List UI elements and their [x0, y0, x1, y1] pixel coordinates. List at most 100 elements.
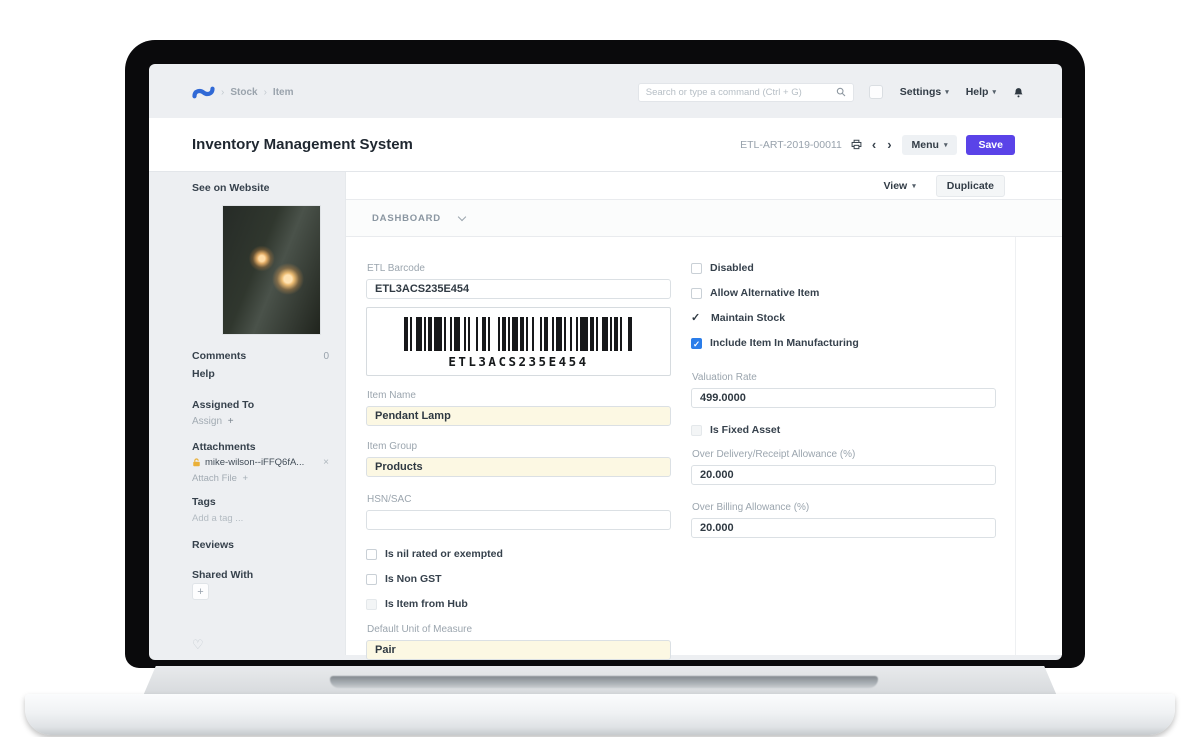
like-heart-icon[interactable]: ♡ [192, 637, 204, 653]
settings-label: Settings [899, 86, 942, 98]
assign-label: Assign [192, 416, 223, 427]
over-delivery-label: Over Delivery/Receipt Allowance (%) [692, 449, 856, 460]
chevron-down-icon: ▾ [943, 141, 948, 149]
item-name-field[interactable]: Pendant Lamp [366, 406, 671, 426]
laptop-hinge-groove [330, 676, 878, 688]
search-icon [836, 87, 846, 97]
hsn-sac-field[interactable] [366, 510, 671, 530]
breadcrumb-separator: › [263, 86, 267, 98]
notifications-bell-icon[interactable] [1013, 87, 1024, 98]
assign-button[interactable]: Assign + [192, 416, 329, 427]
top-navbar: › Stock › Item Settings ▾ Help ▾ [192, 80, 1024, 104]
hsn-sac-label: HSN/SAC [367, 494, 412, 505]
over-billing-field[interactable]: 20.000 [691, 518, 996, 538]
default-uom-label: Default Unit of Measure [367, 624, 473, 635]
checkbox-is-item-from-hub[interactable]: Is Item from Hub [366, 598, 671, 610]
etl-barcode-value: ETL3ACS235E454 [375, 283, 470, 295]
checkbox-icon [691, 424, 702, 436]
form-toolbar: View ▾ Duplicate [346, 172, 1062, 200]
item-group-label: Item Group [367, 441, 418, 452]
checkbox-icon [366, 573, 377, 585]
item-image[interactable] [222, 205, 321, 335]
checkbox-label: Include Item In Manufacturing [710, 337, 859, 349]
item-group-field[interactable]: Products [366, 457, 671, 477]
save-button[interactable]: Save [966, 134, 1015, 155]
laptop-mockup: › Stock › Item Settings ▾ Help ▾ [0, 0, 1200, 737]
help-menu[interactable]: Help ▾ [966, 86, 996, 98]
column-divider [1015, 237, 1016, 655]
breadcrumb-item[interactable]: Item [273, 87, 294, 98]
chevron-down-icon: ▾ [945, 89, 949, 96]
breadcrumb-separator: › [221, 86, 225, 98]
default-uom-field[interactable]: Pair [366, 640, 671, 660]
add-share-button[interactable]: + [192, 583, 209, 600]
checkbox-icon [691, 262, 702, 274]
attachment-filename[interactable]: mike-wilson--iFFQ6fA... [205, 457, 304, 468]
form-left-column: ETL Barcode ETL3ACS235E454 ETL3ACS235E45… [366, 250, 671, 660]
checkbox-label: Is Item from Hub [385, 598, 468, 610]
form-right-column: Disabled Allow Alternative Item ✓ Mainta… [691, 250, 996, 660]
previous-document-button[interactable]: ‹ [871, 138, 877, 151]
user-avatar[interactable] [868, 85, 883, 99]
attach-file-label: Attach File [192, 473, 237, 484]
menu-button[interactable]: Menu ▾ [901, 134, 958, 155]
checkbox-is-nil-rated[interactable]: Is nil rated or exempted [366, 548, 671, 560]
checkbox-allow-alternative-item[interactable]: Allow Alternative Item [691, 287, 996, 299]
checkbox-disabled[interactable]: Disabled [691, 262, 996, 274]
menu-button-label: Menu [911, 138, 939, 151]
unlock-icon[interactable] [192, 458, 201, 467]
attachments-heading: Attachments [192, 441, 256, 453]
tags-heading: Tags [192, 496, 216, 508]
laptop-base [25, 694, 1175, 735]
global-search[interactable] [637, 82, 854, 102]
remove-attachment-icon[interactable]: × [323, 457, 329, 468]
comments-count-badge: 0 [323, 350, 329, 362]
duplicate-button[interactable]: Duplicate [935, 174, 1005, 197]
valuation-rate-value: 499.0000 [700, 392, 746, 404]
checkbox-label: Is Fixed Asset [710, 424, 781, 436]
checkbox-icon [366, 598, 377, 610]
next-document-button[interactable]: › [886, 138, 892, 151]
item-group-value: Products [375, 461, 423, 473]
over-delivery-field[interactable]: 20.000 [691, 465, 996, 485]
over-billing-value: 20.000 [700, 522, 734, 534]
attach-file-button[interactable]: Attach File + [192, 473, 329, 484]
etl-barcode-field[interactable]: ETL3ACS235E454 [366, 279, 671, 299]
checkbox-maintain-stock[interactable]: ✓ Maintain Stock [691, 312, 996, 324]
settings-menu[interactable]: Settings ▾ [900, 86, 949, 98]
checkbox-is-non-gst[interactable]: Is Non GST [366, 573, 671, 585]
barcode-image [379, 317, 658, 351]
view-button[interactable]: View ▾ [873, 176, 925, 196]
shared-with-heading: Shared With [192, 569, 254, 581]
checkbox-is-fixed-asset[interactable]: Is Fixed Asset [691, 424, 996, 436]
item-form: ETL Barcode ETL3ACS235E454 ETL3ACS235E45… [346, 237, 1062, 660]
laptop-bezel: › Stock › Item Settings ▾ Help ▾ [125, 40, 1085, 668]
checkbox-label: Is Non GST [385, 573, 442, 585]
comments-link[interactable]: Comments 0 [192, 350, 329, 362]
dashboard-label: DASHBOARD [372, 212, 441, 224]
search-input[interactable] [645, 86, 836, 98]
document-id: ETL-ART-2019-00011 [740, 138, 842, 151]
chevron-down-icon: ▾ [992, 89, 996, 96]
chevron-down-icon: ▾ [912, 182, 916, 190]
breadcrumb-stock[interactable]: Stock [230, 87, 257, 98]
checkbox-include-item-in-manufacturing[interactable]: ✓ Include Item In Manufacturing [691, 337, 996, 349]
attachment-row[interactable]: mike-wilson--iFFQ6fA... × [192, 457, 329, 468]
add-tag-input[interactable]: Add a tag ... [192, 513, 329, 524]
form-main-card: View ▾ Duplicate DASHBOARD ETL Barcode E… [345, 172, 1062, 660]
form-sidebar: See on Website Comments 0 Help Assigned … [149, 172, 345, 660]
app-logo[interactable] [192, 85, 215, 100]
comments-label: Comments [192, 350, 247, 362]
help-link[interactable]: Help [192, 368, 329, 380]
chevron-down-icon [457, 212, 467, 221]
app-body: See on Website Comments 0 Help Assigned … [149, 172, 1062, 660]
see-on-website-link[interactable]: See on Website [192, 182, 329, 194]
checkbox-label: Disabled [710, 262, 754, 274]
help-label: Help [965, 86, 989, 98]
etl-barcode-label: ETL Barcode [367, 263, 425, 274]
checkmark-icon: ✓ [691, 311, 701, 324]
print-icon[interactable] [851, 139, 862, 150]
valuation-rate-field[interactable]: 499.0000 [691, 388, 996, 408]
valuation-rate-label: Valuation Rate [692, 372, 757, 383]
dashboard-section-header[interactable]: DASHBOARD [346, 200, 1062, 237]
